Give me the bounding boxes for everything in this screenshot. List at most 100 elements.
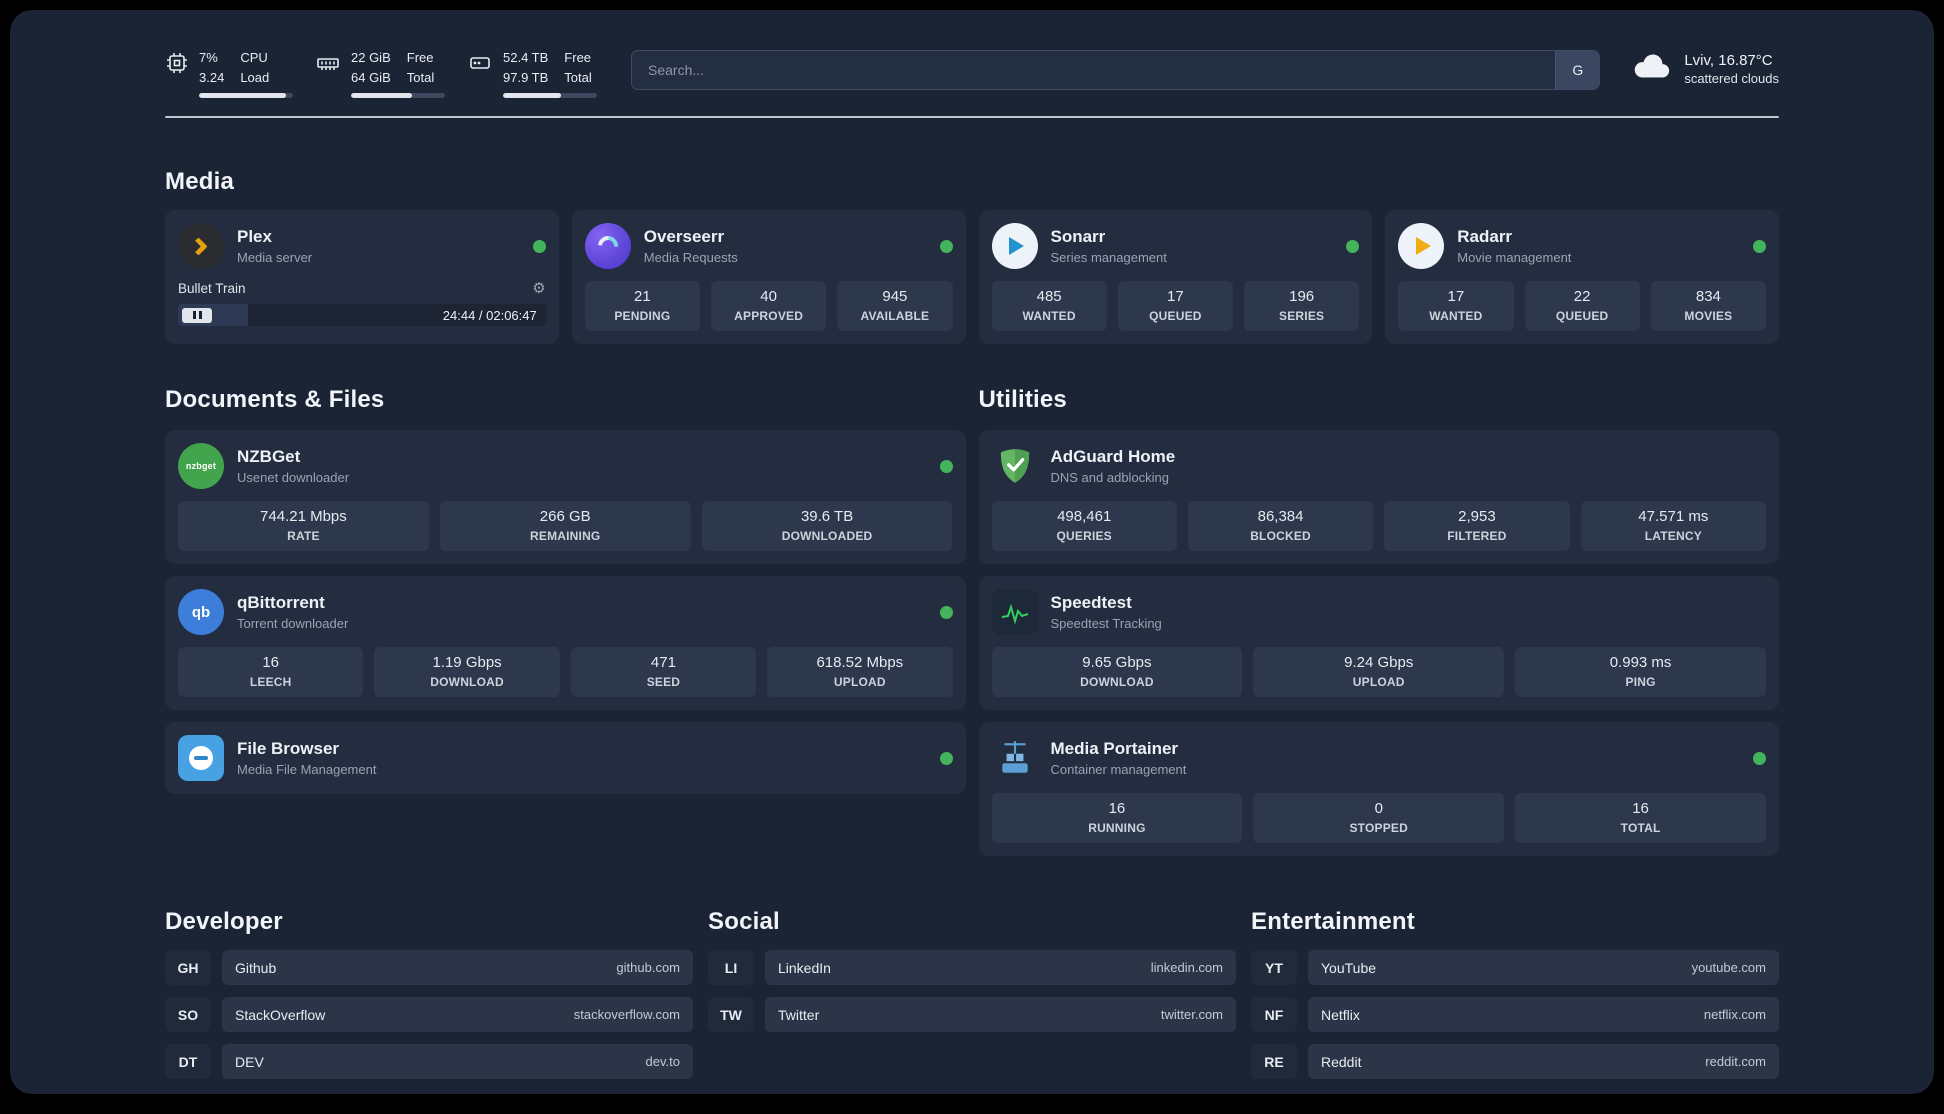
bookmark-stackoverflow[interactable]: SO StackOverflow stackoverflow.com — [165, 997, 693, 1032]
cpu-progress-bar — [199, 93, 293, 98]
bookmark-url: stackoverflow.com — [573, 1007, 680, 1022]
bookmark-url: linkedin.com — [1150, 960, 1223, 975]
status-dot — [532, 239, 546, 253]
header: 7% 3.24 CPU Load 22 GiB 64 GiB Free Tota… — [165, 48, 1779, 98]
gear-icon[interactable]: ⚙ — [532, 279, 545, 297]
dashboard-frame: 7% 3.24 CPU Load 22 GiB 64 GiB Free Tota… — [10, 10, 1934, 1094]
app-subtitle: Media File Management — [237, 762, 377, 777]
app-card-overseerr[interactable]: Overseerr Media Requests 21 PENDING 40 APP… — [571, 210, 966, 344]
bookmark-label: Twitter — [778, 1006, 820, 1023]
app-card-sonarr[interactable]: Sonarr Series management 485 WANTED 17 QUE… — [978, 210, 1373, 344]
memory-total-value: 64 GiB — [351, 69, 391, 85]
memory-widget: 22 GiB 64 GiB Free Total — [315, 48, 445, 98]
speedtest-icon — [991, 589, 1038, 635]
section-title-documents: Documents & Files — [165, 386, 385, 413]
bookmark-label: LinkedIn — [778, 959, 831, 976]
search-engine-button[interactable]: G — [1555, 51, 1600, 89]
stat-box: 86,384 BLOCKED — [1187, 501, 1374, 551]
stat-box: 9.24 Gbps UPLOAD — [1253, 647, 1505, 697]
app-card-speedtest[interactable]: Speedtest Speedtest Tracking 9.65 Gbps DO… — [978, 576, 1779, 710]
memory-free-value: 22 GiB — [351, 50, 391, 65]
bookmark-url: dev.to — [645, 1054, 680, 1069]
bookmark-youtube[interactable]: YT YouTube youtube.com — [1251, 950, 1779, 985]
storage-total-label: Total — [564, 69, 592, 85]
stat-box: 39.6 TB DOWNLOADED — [701, 501, 953, 551]
app-subtitle: Container management — [1050, 762, 1187, 777]
app-card-portainer[interactable]: Media Portainer Container management 16 R… — [978, 722, 1779, 856]
bookmark-linkedin[interactable]: LI LinkedIn linkedin.com — [708, 950, 1236, 985]
bookmark-url: twitter.com — [1160, 1007, 1223, 1022]
bookmark-group-social: Social LI LinkedIn linkedin.com TW Twitte… — [708, 908, 1236, 1079]
app-name: Overseerr — [643, 227, 725, 246]
cloud-icon — [1630, 51, 1672, 86]
app-name: Media Portainer — [1050, 739, 1179, 758]
cpu-load-value: 3.24 — [199, 69, 225, 85]
memory-progress-bar — [351, 93, 445, 98]
bookmark-url: reddit.com — [1705, 1054, 1766, 1069]
bookmark-group-developer: Developer GH Github github.com SO StackOv… — [165, 908, 693, 1079]
stat-box: 498,461 QUERIES — [991, 501, 1177, 551]
track-title: Bullet Train — [178, 280, 246, 296]
stat-box: 834 MOVIES — [1650, 281, 1766, 331]
bookmark-label: Reddit — [1321, 1053, 1362, 1070]
app-subtitle: Speedtest Tracking — [1050, 616, 1162, 631]
app-subtitle: Media Requests — [643, 250, 738, 265]
plex-icon — [178, 223, 224, 269]
bookmark-netflix[interactable]: NF Netflix netflix.com — [1251, 997, 1779, 1032]
status-dot — [1753, 751, 1766, 765]
cpu-widget: 7% 3.24 CPU Load — [165, 48, 293, 98]
storage-widget: 52.4 TB 97.9 TB Free Total — [467, 48, 597, 98]
app-subtitle: Series management — [1050, 250, 1167, 265]
stat-box: 16 TOTAL — [1515, 793, 1766, 843]
bookmark-abbr: TW — [708, 997, 754, 1032]
memory-total-label: Total — [406, 69, 435, 85]
bookmark-github[interactable]: GH Github github.com — [165, 950, 693, 985]
app-card-radarr[interactable]: Radarr Movie management 17 WANTED 22 QUEUE… — [1385, 210, 1779, 344]
pause-button[interactable] — [182, 307, 212, 323]
stat-box: 40 APPROVED — [711, 281, 827, 331]
bookmark-twitter[interactable]: TW Twitter twitter.com — [708, 997, 1236, 1032]
app-name: File Browser — [237, 739, 340, 758]
bookmark-label: Netflix — [1321, 1006, 1360, 1023]
app-name: Radarr — [1457, 227, 1513, 246]
bookmark-dev[interactable]: DT DEV dev.to — [165, 1044, 693, 1079]
bookmark-reddit[interactable]: RE Reddit reddit.com — [1251, 1044, 1779, 1079]
app-card-filebrowser[interactable]: File Browser Media File Management — [165, 722, 966, 794]
app-card-nzbget[interactable]: nzbget NZBGet Usenet downloader 744.21 M… — [165, 430, 966, 564]
cpu-usage-label: CPU — [240, 50, 268, 65]
qbittorrent-icon: qb — [178, 589, 224, 635]
bookmark-abbr: GH — [165, 950, 211, 985]
player-progress-bar[interactable]: 24:44 / 02:06:47 — [178, 304, 546, 326]
status-dot — [939, 751, 953, 765]
bookmark-label: YouTube — [1321, 959, 1377, 976]
app-name: Sonarr — [1050, 227, 1106, 246]
section-title-entertainment: Entertainment — [1251, 908, 1415, 935]
bookmark-group-entertainment: Entertainment YT YouTube youtube.com NF N… — [1251, 908, 1779, 1079]
app-name: Speedtest — [1050, 593, 1132, 612]
stat-box: 21 PENDING — [584, 281, 700, 331]
player-time: 24:44 / 02:06:47 — [442, 307, 537, 323]
stat-box: 471 SEED — [570, 647, 757, 697]
search-input[interactable] — [632, 51, 1556, 89]
app-card-adguard[interactable]: AdGuard Home DNS and adblocking 498,461 Q… — [978, 430, 1779, 564]
stat-box: 47.571 ms LATENCY — [1580, 501, 1766, 551]
bookmark-abbr: RE — [1251, 1044, 1297, 1079]
section-title-developer: Developer — [165, 908, 283, 935]
section-media: Media Plex Media server Bullet Train ⚙ 2… — [165, 168, 1779, 344]
bookmark-url: youtube.com — [1691, 960, 1766, 975]
section-utilities: Utilities AdGuard Home DNS and adblockin… — [978, 386, 1779, 856]
bookmark-label: DEV — [235, 1053, 264, 1070]
app-card-qbittorrent[interactable]: qb qBittorrent Torrent downloader 16 LEEC… — [165, 576, 966, 710]
app-subtitle: Movie management — [1457, 250, 1572, 265]
radarr-icon — [1398, 223, 1445, 269]
stat-box: 0.993 ms PING — [1515, 647, 1766, 697]
sonarr-icon — [991, 223, 1038, 269]
cpu-usage-value: 7% — [199, 50, 218, 65]
bookmark-url: netflix.com — [1703, 1007, 1766, 1022]
cpu-load-label: Load — [240, 69, 270, 85]
storage-free-label: Free — [564, 50, 592, 65]
weather-widget: Lviv, 16.87°C scattered clouds — [1630, 48, 1779, 86]
app-card-plex[interactable]: Plex Media server Bullet Train ⚙ 24:44 /… — [165, 210, 559, 344]
app-name: AdGuard Home — [1050, 447, 1176, 466]
bookmark-abbr: DT — [165, 1044, 211, 1079]
